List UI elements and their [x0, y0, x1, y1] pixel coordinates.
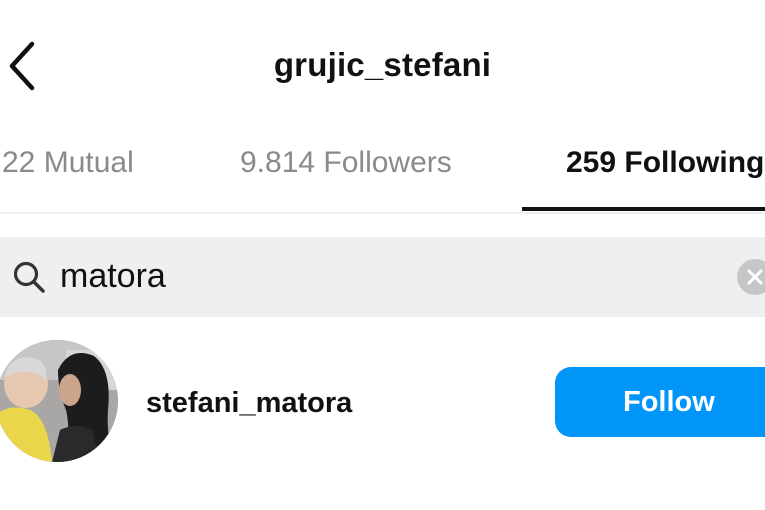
- avatar-image: [0, 340, 118, 462]
- avatar[interactable]: [0, 340, 118, 462]
- follow-button[interactable]: Follow: [555, 367, 765, 437]
- list-item[interactable]: stefani_matora Follow: [0, 335, 765, 470]
- clear-search-button[interactable]: [737, 259, 765, 295]
- tab-bar: 22 Mutual 9.814 Followers 259 Following: [0, 130, 765, 214]
- search-bar: [0, 237, 765, 317]
- tab-following[interactable]: 259 Following: [566, 146, 764, 180]
- search-icon: [13, 261, 45, 293]
- tab-followers[interactable]: 9.814 Followers: [240, 146, 452, 180]
- tab-mutual[interactable]: 22 Mutual: [2, 146, 134, 180]
- header: grujic_stefani: [0, 0, 765, 130]
- clear-icon: [747, 269, 763, 285]
- search-input[interactable]: [60, 251, 700, 301]
- page-title: grujic_stefani: [273, 46, 492, 83]
- result-username[interactable]: stefani_matora: [146, 387, 352, 420]
- follow-button-label: Follow: [623, 386, 715, 418]
- active-tab-indicator: [522, 207, 765, 211]
